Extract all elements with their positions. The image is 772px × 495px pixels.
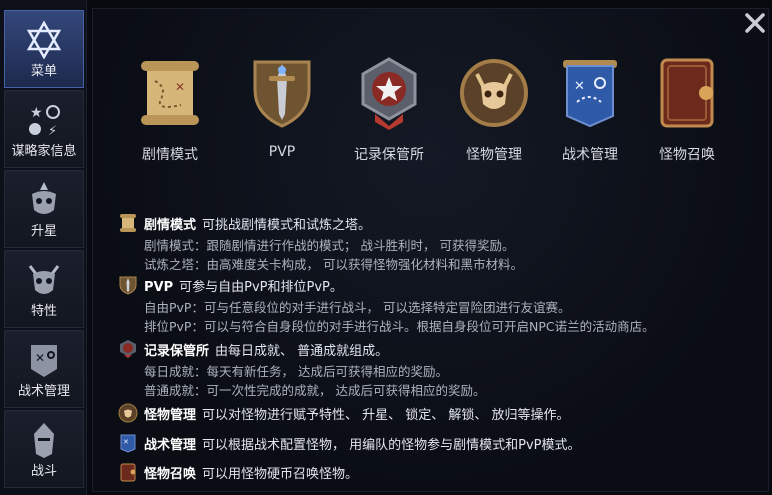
entry-summary: 可参与自由PvP和排位PvP。 [179,280,343,295]
entry-detail-line: 自由PvP：可与任意段位的对手进行战斗， 可以选择特定冒险团进行友谊赛。 [144,300,571,315]
entry-detail-line: 排位PvP：可以与符合自身段位的对手进行战斗。根据自身段位可开启NPC诺兰的活动… [144,319,655,334]
entry-detail-line: 剧情模式：跟随剧情进行作战的模式； 战斗胜利时， 可获得奖励。 [144,238,515,253]
scroll-map-icon [120,214,136,232]
entry-title: 怪物召唤 [144,467,197,482]
sword-shield-icon [119,276,137,295]
tile-label: 怪物管理 [466,147,522,163]
entry-title: 怪物管理 [144,408,197,423]
sidebar-item-label: 战斗 [30,464,57,479]
sidebar-item-label: 菜单 [30,64,57,79]
summon-book-icon [120,463,136,482]
svg-text:✕: ✕ [175,80,185,94]
sidebar-item-label: 特性 [30,304,57,319]
entry-summary: 可以根据战术配置怪物， 用编队的怪物参与剧情模式和PvP模式。 [202,438,581,453]
sidebar-item-traits[interactable]: 特性 [4,250,84,328]
entry-detail-line: 试炼之塔：由高难度关卡构成， 可以获得怪物强化材料和黑市材料。 [144,257,523,272]
tile-pvp[interactable]: PVP [232,55,332,165]
entry-summary: 可以对怪物进行赋予特性、 升星、 锁定、 解锁、 放归等操作。 [202,408,570,423]
knight-helmet-icon [5,421,83,459]
entry-title: 剧情模式 [144,218,197,233]
star-emblem-icon [120,340,136,358]
star-of-david-icon [5,20,83,60]
close-icon[interactable] [742,10,768,36]
sword-shield-icon [243,55,321,131]
tile-label: 战术管理 [562,147,618,163]
svg-text:✕: ✕ [35,351,45,365]
tile-monster-management[interactable]: 怪物管理 [444,55,544,165]
entry-summary: 由每日成就、 普通成就组成。 [215,344,389,359]
entry-title: PVP [144,280,174,295]
sidebar-item-star-up[interactable]: 升星 [4,170,84,248]
sidebar-item-tactics[interactable]: ✕ 战术管理 [4,330,84,408]
sidebar-item-label: 升星 [30,224,57,239]
tile-tactics-management[interactable]: ✕ 战术管理 [540,55,640,165]
tactics-board-icon: ✕ [5,341,83,379]
sidebar-item-battle[interactable]: 战斗 [4,410,84,488]
entry-summary: 可以用怪物硬币召唤怪物。 [202,467,359,482]
entry-detail-line: 普通成就：可一次性完成的成就， 达成后可获得相应的奖励。 [144,383,486,398]
trait-demon-icon [5,261,83,299]
tile-label: 怪物召唤 [659,147,715,163]
sidebar-item-label: 谋略家信息 [11,144,77,159]
entry-title: 记录保管所 [144,344,210,359]
tile-record-archive[interactable]: 记录保管所 [339,55,439,165]
demon-medallion-icon [455,55,533,131]
strategist-info-icon: ★ ⚡ [5,101,83,139]
entry-detail-line: 每日成就：每天有新任务， 达成后可获得相应的奖励。 [144,364,448,379]
sidebar-item-menu[interactable]: 菜单 [4,10,84,88]
tile-label: PVP [268,144,296,160]
sidebar-item-label: 战术管理 [17,384,70,399]
summon-book-icon [648,55,726,131]
svg-text:★: ★ [30,105,43,121]
tactics-banner-icon: ✕ [120,434,136,453]
entry-title: 战术管理 [144,438,197,453]
tactics-banner-icon: ✕ [551,55,629,131]
tile-story-mode[interactable]: ✕ 剧情模式 [120,55,220,165]
svg-text:⚡: ⚡ [48,124,57,139]
sidebar: 菜单 ★ ⚡ 谋略家信息 升星 特性 ✕ 战术管理 战斗 [0,0,87,495]
demon-medallion-icon [118,403,138,423]
feature-tiles: ✕ 剧情模式 PVP 记录保管所 怪物管理 ✕ 战术管理 怪物召唤 [92,55,772,170]
entry-summary: 可挑战剧情模式和试炼之塔。 [202,218,372,233]
star-emblem-icon [350,55,428,131]
sidebar-item-strategist-info[interactable]: ★ ⚡ 谋略家信息 [4,90,84,168]
svg-text:✕: ✕ [123,438,129,446]
scroll-map-icon: ✕ [131,55,209,131]
star-up-demon-icon [5,181,83,219]
tile-monster-summon[interactable]: 怪物召唤 [637,55,737,165]
svg-text:✕: ✕ [574,79,585,94]
tile-label: 记录保管所 [354,147,424,163]
tile-label: 剧情模式 [142,147,198,163]
